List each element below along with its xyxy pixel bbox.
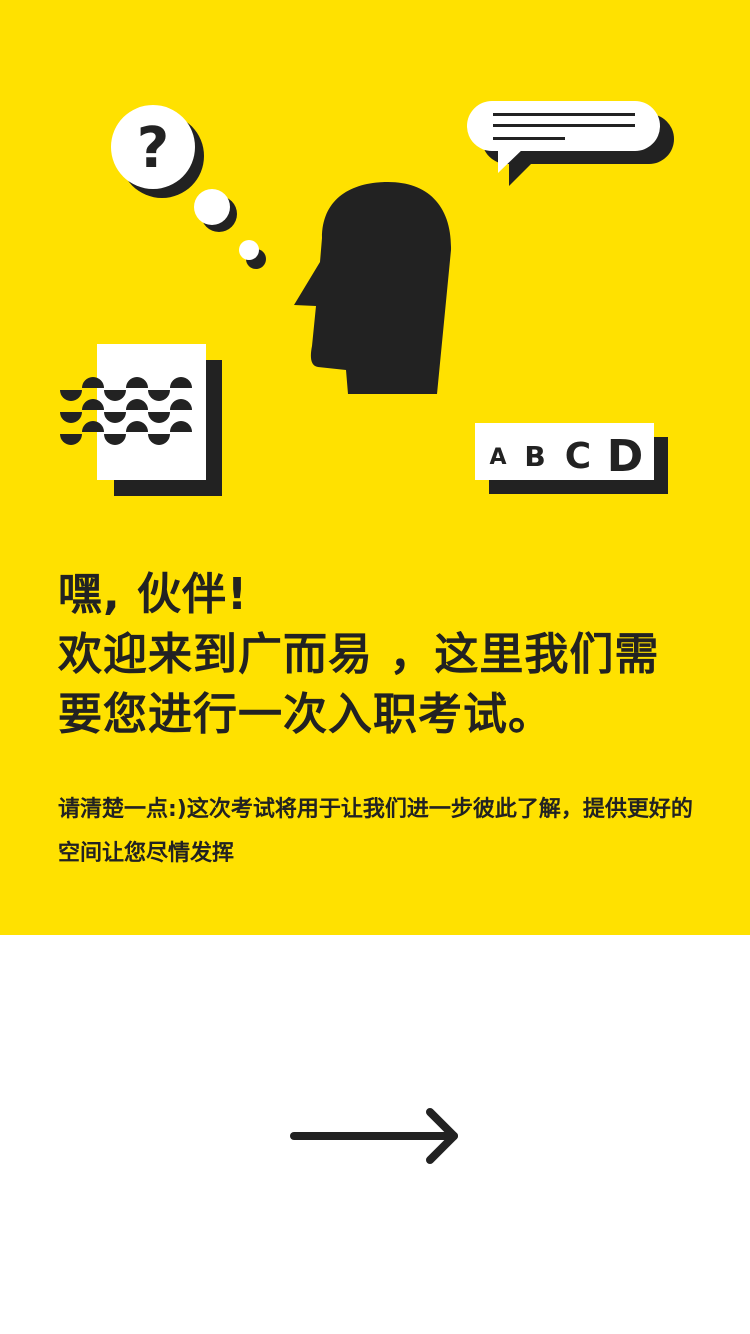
head-silhouette-icon — [294, 182, 452, 394]
title-line-3: 要您进行一次入职考试。 — [58, 689, 553, 740]
exam-illustration: ? A B C D — [60, 101, 674, 496]
intro-description: 请清楚一点:)这次考试将用于让我们进一步彼此了解，提供更好的空间让您尽情发挥 — [58, 797, 693, 866]
title-line-1: 嘿, 伙伴! — [58, 569, 249, 620]
hero-section: ? A B C D 嘿, 伙伴! 欢迎来到广而易 ，这里我们需 要您进行一次入职… — [0, 0, 750, 935]
document-wave-icon — [60, 344, 222, 496]
action-area — [0, 935, 750, 1334]
welcome-title: 嘿, 伙伴! 欢迎来到广而易 ，这里我们需 要您进行一次入职考试。 — [58, 565, 708, 745]
option-c-label: C — [565, 436, 591, 477]
title-line-2: 欢迎来到广而易 ，这里我们需 — [58, 629, 660, 680]
thought-bubble-icon: ? — [111, 105, 266, 269]
arrow-right-icon — [290, 1108, 458, 1164]
question-mark-icon: ? — [137, 116, 169, 181]
speech-bubble-icon — [467, 101, 674, 186]
option-d-label: D — [607, 431, 644, 482]
option-b-label: B — [524, 440, 545, 473]
option-a-label: A — [489, 445, 506, 470]
answer-options-card: A B C D — [475, 423, 668, 494]
next-button[interactable] — [280, 1095, 470, 1175]
